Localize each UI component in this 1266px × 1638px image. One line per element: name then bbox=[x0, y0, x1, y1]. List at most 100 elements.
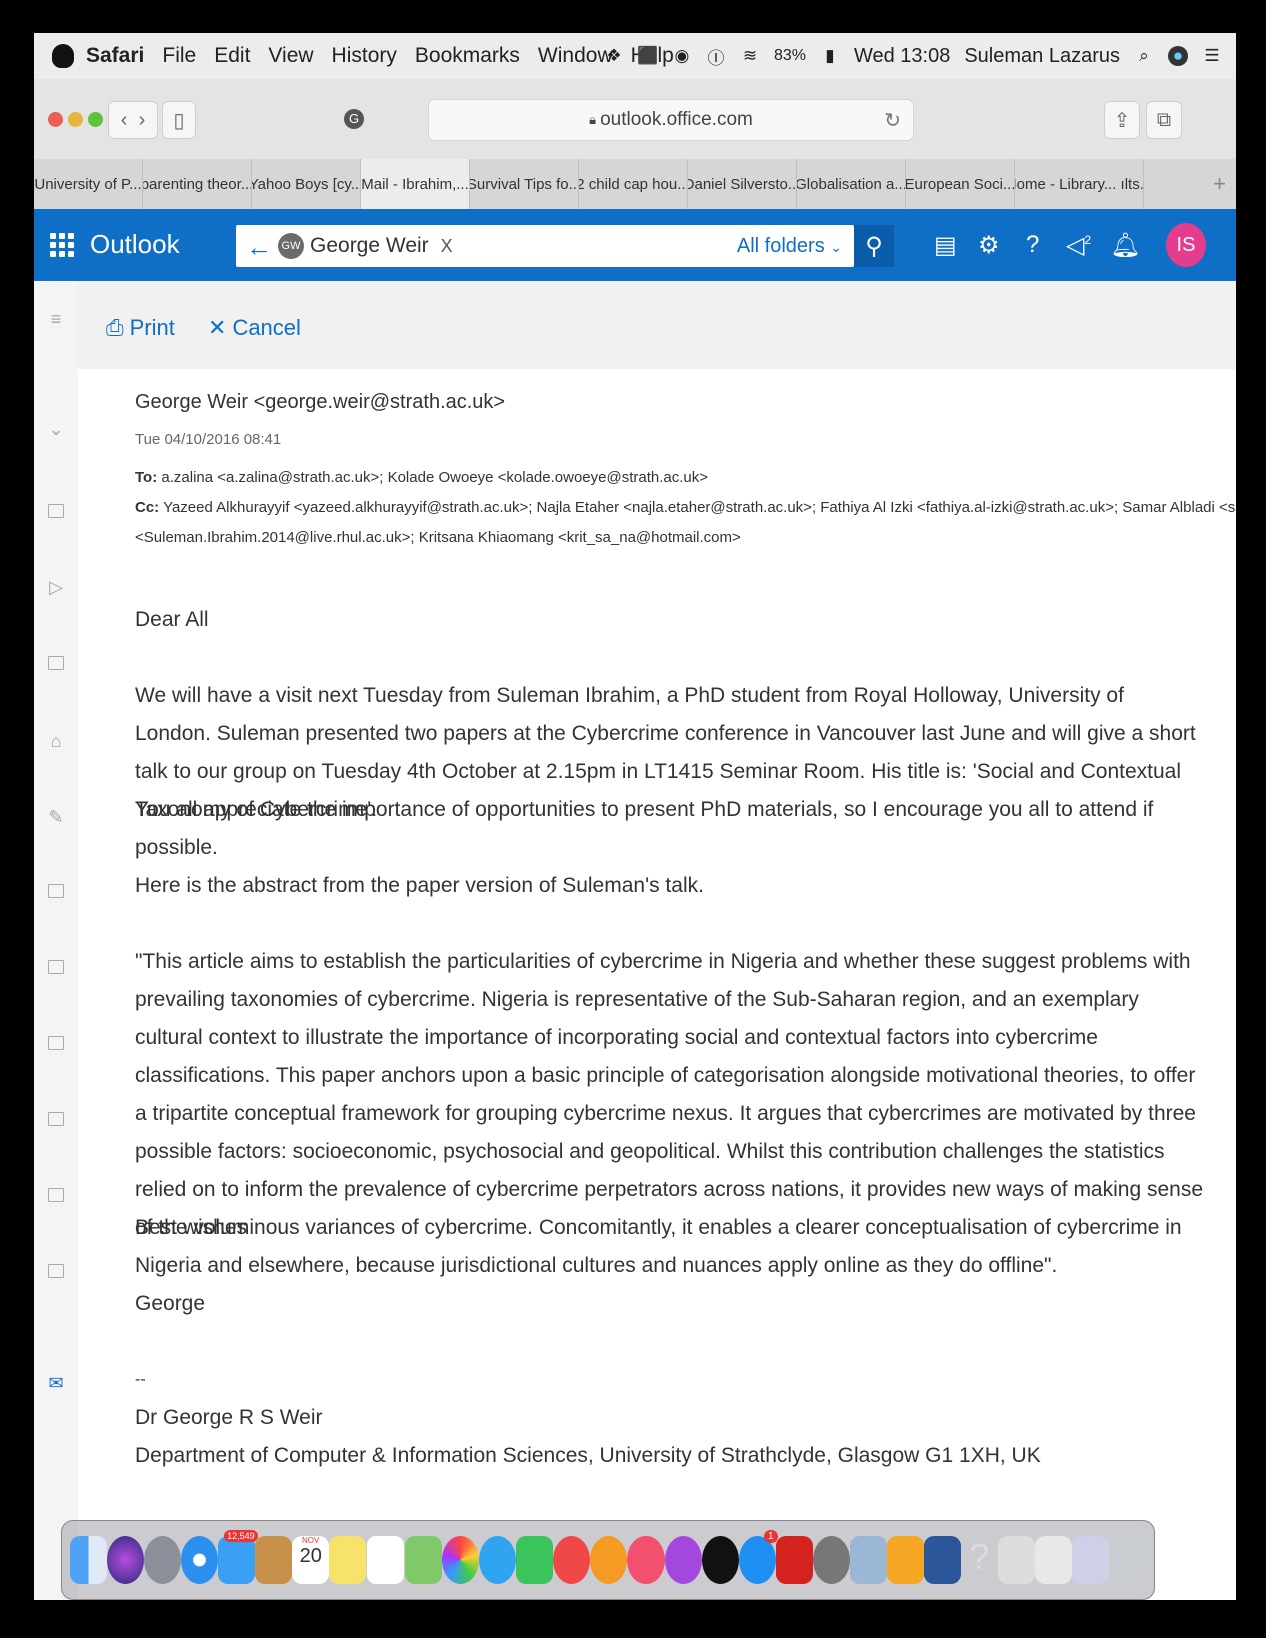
sent-icon[interactable]: ▷ bbox=[46, 577, 66, 597]
contacts-icon[interactable] bbox=[255, 1536, 293, 1584]
preferences-icon[interactable] bbox=[812, 1536, 850, 1584]
tab[interactable]: Daniel Silversto... bbox=[688, 159, 797, 209]
chevron-down-icon[interactable]: ⌄ bbox=[46, 419, 66, 439]
menu-edit[interactable]: Edit bbox=[214, 44, 250, 68]
notification-center-icon[interactable]: ☰ bbox=[1202, 46, 1222, 66]
folder-icon[interactable] bbox=[46, 957, 66, 977]
music-icon[interactable] bbox=[627, 1536, 665, 1584]
reload-icon[interactable]: ↻ bbox=[884, 108, 901, 133]
print-button[interactable]: ⎙ Print bbox=[106, 315, 175, 341]
dropbox-icon[interactable]: ❖ bbox=[604, 46, 624, 66]
tab[interactable]: parenting theor... bbox=[143, 159, 252, 209]
wifi-icon[interactable]: ≋ bbox=[740, 46, 760, 66]
tab[interactable]: European Soci... bbox=[906, 159, 1015, 209]
search-chip[interactable]: GW George Weir X bbox=[278, 232, 453, 260]
menu-history[interactable]: History bbox=[332, 44, 397, 68]
folder-icon[interactable] bbox=[46, 1033, 66, 1053]
back-forward-buttons[interactable]: ‹ › bbox=[108, 101, 158, 139]
messages-icon[interactable] bbox=[479, 1536, 517, 1584]
archive-icon[interactable]: ⌂ bbox=[46, 731, 66, 751]
stack-icon[interactable] bbox=[1071, 1536, 1109, 1584]
folder-icon[interactable] bbox=[46, 1109, 66, 1129]
share-button[interactable]: ⇪ bbox=[1104, 101, 1140, 139]
tab[interactable]: University of P... bbox=[34, 159, 143, 209]
tab[interactable]: Home - Library... ılts... bbox=[1015, 159, 1144, 209]
gear-icon[interactable]: ⚙ bbox=[978, 231, 1000, 260]
launchpad-icon[interactable] bbox=[144, 1536, 182, 1584]
appstore-icon[interactable]: 1 bbox=[738, 1530, 778, 1584]
battery-icon[interactable]: ▮ bbox=[820, 46, 840, 66]
tab[interactable]: Yahoo Boys [cy... bbox=[252, 159, 361, 209]
apple-icon[interactable] bbox=[52, 44, 74, 68]
bell-icon[interactable]: 🔔︎ bbox=[1110, 231, 1140, 260]
news-icon[interactable] bbox=[553, 1536, 591, 1584]
mail-icon[interactable]: ✉ bbox=[46, 1373, 66, 1393]
new-tab-button[interactable]: + bbox=[1144, 159, 1236, 209]
maps-icon[interactable] bbox=[405, 1536, 443, 1584]
search-button[interactable]: ⚲ bbox=[854, 225, 894, 267]
siri-icon[interactable] bbox=[107, 1536, 145, 1584]
pencil-icon[interactable]: ✎ bbox=[46, 807, 66, 827]
siri-status-icon[interactable]: ● bbox=[1168, 46, 1188, 66]
tv-icon[interactable] bbox=[701, 1536, 739, 1584]
remove-chip-icon[interactable]: X bbox=[441, 236, 453, 257]
chevron-right-icon[interactable]: › bbox=[139, 109, 146, 132]
hamburger-menu-icon[interactable]: ≡ bbox=[46, 309, 66, 329]
sidebar-toggle-button[interactable]: ▯ bbox=[162, 101, 196, 139]
search-box[interactable]: ← GW George Weir X All folders ⌄ bbox=[236, 225, 854, 267]
podcasts-icon[interactable] bbox=[664, 1536, 702, 1584]
word-icon[interactable] bbox=[923, 1536, 961, 1584]
close-window-button[interactable] bbox=[48, 112, 63, 127]
pages-icon[interactable] bbox=[886, 1536, 924, 1584]
tab[interactable]: Survival Tips fo... bbox=[470, 159, 579, 209]
extension-button[interactable]: G bbox=[338, 101, 370, 137]
folder-icon[interactable] bbox=[46, 881, 66, 901]
user-name[interactable]: Suleman Lazarus bbox=[964, 45, 1120, 68]
menu-bookmarks[interactable]: Bookmarks bbox=[415, 44, 520, 68]
accessibility-icon[interactable]: Ⓘ bbox=[706, 46, 726, 68]
reminders-icon[interactable] bbox=[366, 1535, 406, 1585]
shield-5-icon[interactable]: ⬛ bbox=[637, 46, 658, 66]
preview-icon[interactable] bbox=[849, 1536, 887, 1584]
camera-status-icon[interactable]: ◉ bbox=[672, 46, 692, 66]
acrobat-icon[interactable] bbox=[775, 1536, 813, 1584]
facetime-icon[interactable] bbox=[516, 1536, 554, 1584]
documents-icon[interactable] bbox=[1034, 1536, 1072, 1584]
clock[interactable]: Wed 13:08 bbox=[854, 45, 950, 68]
profile-avatar[interactable]: IS bbox=[1166, 223, 1206, 267]
finder-icon[interactable] bbox=[70, 1536, 108, 1584]
tab-active[interactable]: Mail - Ibrahim,... bbox=[361, 159, 470, 209]
folder-scope-dropdown[interactable]: All folders ⌄ bbox=[737, 235, 842, 258]
notes-icon[interactable] bbox=[329, 1536, 367, 1584]
spotlight-search-icon[interactable]: ⌕ bbox=[1134, 46, 1154, 66]
safari-icon[interactable] bbox=[181, 1536, 219, 1584]
trash-icon[interactable] bbox=[1108, 1536, 1146, 1584]
downloads-icon[interactable] bbox=[997, 1536, 1035, 1584]
chevron-left-icon[interactable]: ‹ bbox=[121, 109, 128, 132]
menu-window[interactable]: Window bbox=[538, 44, 613, 68]
help-icon[interactable]: ? bbox=[1026, 231, 1039, 259]
address-bar[interactable]: 🔒︎ outlook.office.com ↻ bbox=[428, 99, 914, 141]
cancel-button[interactable]: ✕ Cancel bbox=[208, 315, 301, 341]
folder-icon[interactable] bbox=[46, 1185, 66, 1205]
tab[interactable]: Globalisation a... bbox=[797, 159, 906, 209]
menu-app-safari[interactable]: Safari bbox=[86, 44, 144, 68]
calendar-icon[interactable]: NOV 20 bbox=[292, 1536, 330, 1584]
outlook-brand[interactable]: Outlook bbox=[90, 229, 180, 260]
folder-icon[interactable] bbox=[46, 501, 66, 521]
help-icon[interactable]: ? bbox=[961, 1536, 998, 1584]
back-arrow-icon[interactable]: ← bbox=[246, 232, 272, 263]
zoom-window-button[interactable] bbox=[88, 112, 103, 127]
megaphone-icon[interactable]: ◁2 bbox=[1066, 231, 1091, 260]
menu-view[interactable]: View bbox=[268, 44, 313, 68]
app-launcher-icon[interactable] bbox=[50, 233, 74, 257]
minimize-window-button[interactable] bbox=[68, 112, 83, 127]
my-day-icon[interactable]: ▤ bbox=[934, 231, 957, 260]
folder-icon[interactable] bbox=[46, 653, 66, 673]
books-icon[interactable] bbox=[590, 1536, 628, 1584]
tab-overview-button[interactable]: ⧉ bbox=[1146, 101, 1182, 139]
mail-icon[interactable]: 12,549 bbox=[218, 1530, 258, 1584]
photos-icon[interactable] bbox=[442, 1536, 480, 1584]
tab[interactable]: 2 child cap hou... bbox=[579, 159, 688, 209]
menu-file[interactable]: File bbox=[162, 44, 196, 68]
